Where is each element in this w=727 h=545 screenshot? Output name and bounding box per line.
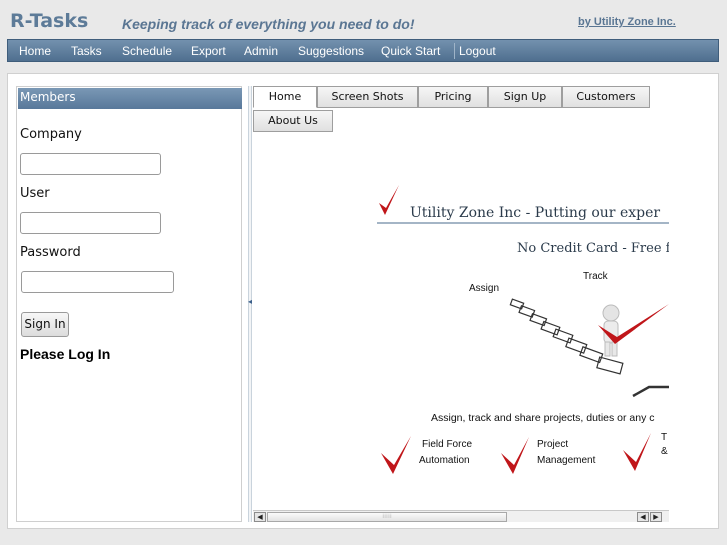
track-label: Track [583, 271, 608, 282]
feature-check-icon [381, 436, 411, 474]
members-panel: Members Company User Password Sign In Pl… [16, 86, 242, 522]
company-input[interactable] [20, 153, 161, 175]
feature-2-line1: Project [537, 439, 569, 450]
content-area: Members Company User Password Sign In Pl… [7, 73, 719, 529]
headline-check-icon [379, 185, 399, 215]
feature-3-line2: & [661, 446, 668, 457]
tagline: Keeping track of everything you need to … [122, 16, 415, 32]
horizontal-scrollbar[interactable]: ◀ ⁞⁞⁞⁞⁞ ◀ ▶ [253, 510, 669, 522]
tab-pricing[interactable]: Pricing [418, 86, 488, 108]
tabs-panel: Home Screen Shots Pricing Sign Up Custom… [253, 86, 669, 522]
password-input[interactable] [21, 271, 174, 293]
company-label: Company [20, 127, 82, 142]
nav-logout[interactable]: Logout [459, 44, 496, 58]
tab-home[interactable]: Home [253, 86, 317, 108]
promo-headline: Utility Zone Inc - Putting our exper [410, 205, 661, 221]
tab-sign-up[interactable]: Sign Up [488, 86, 562, 108]
tab-customers[interactable]: Customers [562, 86, 650, 108]
feature-1-line1: Field Force [422, 439, 473, 450]
feature-2-line2: Management [537, 455, 596, 466]
sign-in-button[interactable]: Sign In [21, 312, 69, 337]
company-link[interactable]: by Utility Zone Inc. [578, 16, 676, 28]
feature-check-icon [623, 433, 651, 471]
promo-caption: Assign, track and share projects, duties… [431, 412, 655, 424]
login-status: Please Log In [20, 346, 111, 362]
tab-screen-shots[interactable]: Screen Shots [317, 86, 418, 108]
brand-title[interactable]: R-Tasks [10, 10, 88, 32]
nav-suggestions[interactable]: Suggestions [298, 44, 364, 58]
panel-splitter[interactable]: ◂ [248, 86, 252, 522]
nav-tasks[interactable]: Tasks [71, 44, 102, 58]
main-nav: Home Tasks Schedule Export Admin Suggest… [7, 39, 719, 62]
scroll-left-icon[interactable]: ◀ [254, 512, 266, 522]
header: R-Tasks Keeping track of everything you … [0, 0, 727, 38]
home-frame: Utility Zone Inc - Putting our exper No … [253, 132, 669, 522]
nav-divider [454, 43, 455, 59]
scroll-thumb[interactable]: ⁞⁞⁞⁞⁞ [267, 512, 507, 522]
nav-quick-start[interactable]: Quick Start [381, 44, 440, 58]
members-panel-title: Members [18, 88, 242, 109]
feature-3-line1: T [661, 432, 668, 443]
nav-home[interactable]: Home [19, 44, 51, 58]
checklist-graphic [509, 298, 669, 398]
feature-check-icon [501, 437, 529, 474]
tab-about-us[interactable]: About Us [253, 110, 333, 132]
nav-schedule[interactable]: Schedule [122, 44, 172, 58]
user-label: User [20, 186, 50, 201]
feature-1-line2: Automation [419, 455, 470, 466]
nav-export[interactable]: Export [191, 44, 226, 58]
password-label: Password [20, 245, 81, 260]
collapse-arrow-icon[interactable]: ◂ [248, 298, 252, 306]
promo-subheadline: No Credit Card - Free fo [517, 241, 669, 256]
user-input[interactable] [20, 212, 161, 234]
assign-label: Assign [469, 283, 500, 294]
nav-admin[interactable]: Admin [244, 44, 278, 58]
scroll-right-icon[interactable]: ▶ [650, 512, 662, 522]
scroll-left-icon[interactable]: ◀ [637, 512, 649, 522]
